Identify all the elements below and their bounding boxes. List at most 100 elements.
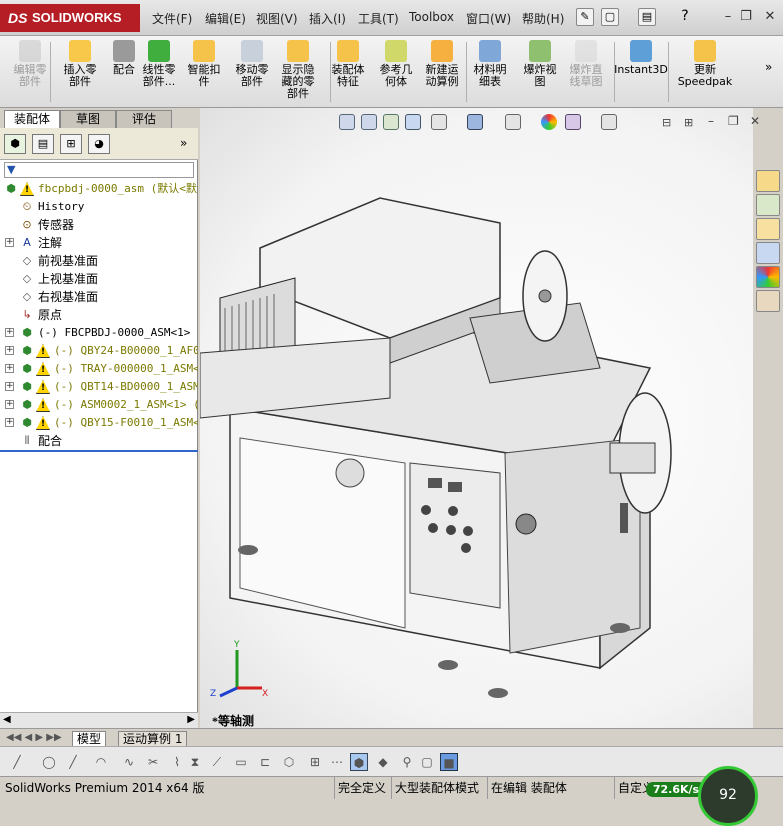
point-icon[interactable]: ⋯ (328, 753, 346, 771)
slot-icon[interactable]: ⊏ (256, 753, 274, 771)
feature-tree-item[interactable]: + ⬢! (-) TRAY-000000_1_ASM<1 (0, 360, 198, 378)
expand-icon[interactable]: + (5, 382, 14, 391)
viewport-close-button[interactable]: ✕ (750, 114, 760, 128)
feature-tree-item[interactable]: ◇ 前视基准面 (0, 252, 198, 270)
3d-view-icon[interactable]: ⬢ (350, 753, 368, 771)
solidworks-logo[interactable]: DS SOLIDWORKS (0, 4, 140, 32)
tab-evaluate[interactable]: 评估 (116, 110, 172, 128)
solidworks-resources-icon[interactable] (756, 170, 780, 192)
feature-tree-item[interactable]: + A 注解 (0, 234, 198, 252)
shaded-cube-icon[interactable]: ■ (440, 753, 458, 771)
command-11-button[interactable]: 材料明 细表 (468, 40, 512, 88)
feature-tree-item[interactable]: ⫴ 配合 (0, 432, 198, 450)
cube-outline-icon[interactable]: ▢ (418, 753, 436, 771)
expand-icon[interactable]: + (5, 400, 14, 409)
section-icon[interactable]: ⚲ (398, 753, 416, 771)
close-button[interactable]: ✕ (760, 8, 780, 26)
feature-tree-item[interactable]: + ⬢! (-) QBY24-B00000_1_AF0_ (0, 342, 198, 360)
command-10-button[interactable]: 新建运 动算例 (420, 40, 464, 88)
circle-icon[interactable]: ◯ (40, 753, 58, 771)
command-12-button[interactable]: 爆炸视 图 (518, 40, 562, 88)
apply-scene-icon[interactable] (565, 114, 581, 130)
trim-icon[interactable]: ✂ (144, 753, 162, 771)
more-commands-icon[interactable]: » (765, 60, 772, 74)
expand-icon[interactable]: + (5, 328, 14, 337)
viewport-split-icon[interactable]: ⊞ (684, 116, 693, 129)
display-style-icon[interactable] (467, 114, 483, 130)
line-icon[interactable]: ╱ (8, 753, 26, 771)
scroll-left-icon[interactable]: ◀ (3, 714, 11, 725)
command-8-button[interactable]: 装配体 特征 (326, 40, 370, 88)
filter-field[interactable]: ▼ (4, 162, 194, 178)
horizontal-scrollbar[interactable]: ◀ ▶ (0, 712, 198, 728)
scroll-right-icon[interactable]: ▶ (187, 714, 195, 725)
feature-tree-item[interactable]: ⬢! fbcpbdj-0000_asm (默认<默认 (0, 180, 198, 198)
view-settings-icon[interactable] (601, 114, 617, 130)
command-14-button[interactable]: Instant3D (612, 40, 670, 76)
tab-sketch[interactable]: 草图 (60, 110, 116, 128)
command-4-button[interactable]: 线性零 部件... (137, 40, 181, 88)
menu-tools[interactable]: 工具(T) (358, 10, 399, 27)
command-6-button[interactable]: 移动零 部件 (230, 40, 274, 88)
feature-tree-item[interactable]: + ⬢! (-) QBY15-F0010_1_ASM< (0, 414, 198, 432)
rectangle-icon[interactable]: ▭ (232, 753, 250, 771)
tab-model[interactable]: 模型 (72, 731, 107, 747)
viewport-restore-button[interactable]: ❐ (728, 114, 739, 128)
expand-icon[interactable]: + (5, 364, 14, 373)
section-view-icon[interactable] (405, 114, 421, 130)
custom-properties-icon[interactable] (756, 290, 780, 312)
display-manager-tab-icon[interactable]: ◕ (88, 134, 110, 154)
previous-view-icon[interactable] (383, 114, 399, 130)
feature-tree-item[interactable]: ◇ 上视基准面 (0, 270, 198, 288)
expand-icon[interactable]: + (5, 346, 14, 355)
line-tool-icon[interactable]: ╱ (64, 753, 82, 771)
render-icon[interactable]: ◆ (374, 753, 392, 771)
arc-icon[interactable]: ◠ (92, 753, 110, 771)
command-2-button[interactable]: 插入零 部件 (58, 40, 102, 88)
polygon-icon[interactable]: ⬡ (280, 753, 298, 771)
appearances-icon[interactable] (756, 266, 780, 288)
tab-scroll-icons[interactable]: ◀◀ ◀ ▶ ▶▶ (6, 732, 62, 743)
minimize-button[interactable]: – (718, 8, 738, 26)
pin-icon[interactable]: ✎ (576, 8, 594, 26)
menu-view[interactable]: 视图(V) (256, 10, 298, 27)
feature-tree-item[interactable]: ◇ 右视基准面 (0, 288, 198, 306)
command-13-button[interactable]: 爆炸直 线草图 (564, 40, 608, 88)
help-icon[interactable]: ? (676, 8, 694, 26)
mirror-icon[interactable]: ⧗ (186, 753, 204, 771)
menu-file[interactable]: 文件(F) (152, 10, 192, 27)
command-7-button[interactable]: 显示隐 藏的零 部件 (276, 40, 320, 100)
menu-edit[interactable]: 编辑(E) (205, 10, 246, 27)
feature-tree-item[interactable]: + ⬢! (-) QBT14-BD0000_1_ASM< (0, 378, 198, 396)
file-explorer-icon[interactable] (756, 218, 780, 240)
view-palette-icon[interactable] (756, 242, 780, 264)
command-15-button[interactable]: 更新 Speedpak (676, 40, 734, 88)
expand-icon[interactable]: + (5, 418, 14, 427)
zoom-to-area-icon[interactable] (361, 114, 377, 130)
restore-button[interactable]: ❐ (736, 8, 756, 26)
graphics-viewport[interactable]: Y X Z (200, 108, 753, 728)
viewport-tile-icon[interactable]: ⊟ (662, 116, 671, 129)
menu-help[interactable]: 帮助(H) (522, 10, 564, 27)
machine-assembly-model[interactable] (200, 108, 753, 728)
command-5-button[interactable]: 智能扣 件 (182, 40, 226, 88)
view-orientation-icon[interactable] (431, 114, 447, 130)
tab-motion-study-1[interactable]: 运动算例 1 (118, 731, 188, 747)
expand-pane-icon[interactable]: » (180, 136, 187, 150)
offset-icon[interactable]: ⌇ (168, 753, 186, 771)
tab-assembly[interactable]: 装配体 (4, 110, 60, 128)
property-manager-tab-icon[interactable]: ▤ (32, 134, 54, 154)
menu-insert[interactable]: 插入(I) (309, 10, 346, 27)
feature-manager-tab-icon[interactable]: ⬢ (4, 134, 26, 154)
open-folder-icon[interactable]: ▤ (638, 8, 656, 26)
viewport-minimize-button[interactable]: – (708, 114, 714, 128)
menu-window[interactable]: 窗口(W) (466, 10, 511, 27)
feature-tree-item[interactable]: + ⬢ (-) FBCPBDJ-0000_ASM<1> (默 (0, 324, 198, 342)
extend-icon[interactable]: ⟋ (208, 753, 226, 771)
expand-icon[interactable]: + (5, 238, 14, 247)
zoom-to-fit-icon[interactable] (339, 114, 355, 130)
design-library-icon[interactable] (756, 194, 780, 216)
feature-tree-item[interactable]: ⊙ 传感器 (0, 216, 198, 234)
feature-tree-item[interactable]: + ⬢! (-) ASM0002_1_ASM<1> (默 (0, 396, 198, 414)
spline-icon[interactable]: ∿ (120, 753, 138, 771)
